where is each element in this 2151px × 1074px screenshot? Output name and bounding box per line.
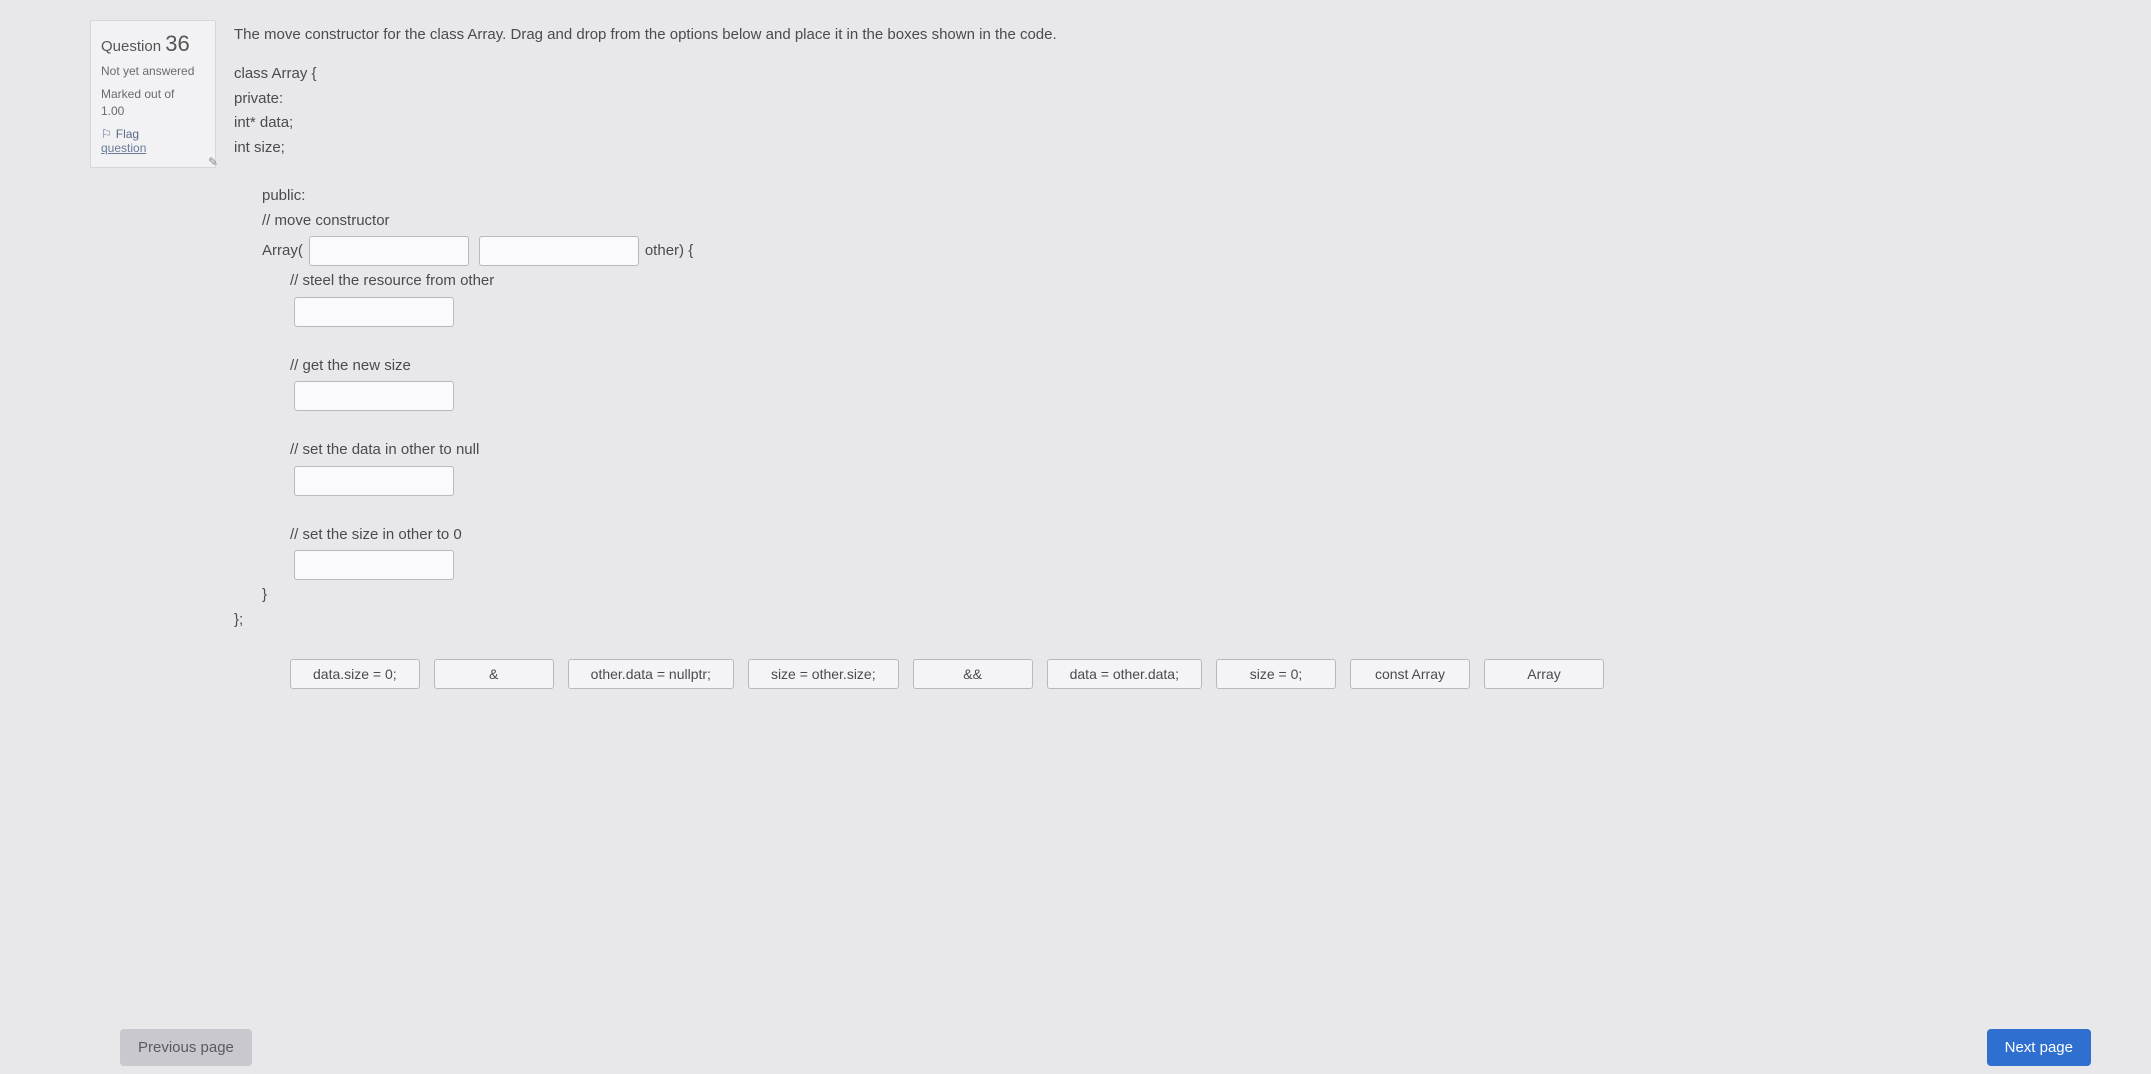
drag-chip[interactable]: Array [1484,659,1604,689]
dropzone-set-zero[interactable] [294,550,454,580]
dropzone-set-null[interactable] [294,466,454,496]
dropzone-steal-resource[interactable] [294,297,454,327]
marked-value: 1.00 [101,104,124,118]
dropzone-param-ref[interactable] [479,236,639,266]
question-prompt: The move constructor for the class Array… [234,26,2061,43]
edit-icon[interactable]: ✎ [208,155,222,169]
code-text: other) { [645,240,693,263]
code-comment: // set the data in other to null [234,439,2061,462]
drag-chip[interactable]: size = 0; [1216,659,1336,689]
drag-chip[interactable]: size = other.size; [748,659,899,689]
previous-page-button[interactable]: Previous page [120,1029,252,1066]
code-line: int size; [234,137,2061,160]
navigation-footer: Previous page Next page [0,1029,2151,1066]
marked-label: Marked out of [101,87,174,101]
code-line: } [234,584,2061,607]
flag-icon: ⚐ [101,127,112,141]
dropzone-param-type[interactable] [309,236,469,266]
answer-status: Not yet answered [101,63,205,80]
marked-out-of: Marked out of 1.00 [101,86,205,120]
drag-chip[interactable]: data = other.data; [1047,659,1202,689]
drag-chip[interactable]: const Array [1350,659,1470,689]
code-line-constructor: Array( other) { [234,234,2061,268]
drag-chip[interactable]: other.data = nullptr; [568,659,734,689]
drag-chip[interactable]: && [913,659,1033,689]
code-comment: // steel the resource from other [234,270,2061,293]
code-comment: // get the new size [234,355,2061,378]
code-comment: // set the size in other to 0 [234,524,2061,547]
next-page-button[interactable]: Next page [1987,1029,2091,1066]
code-block: class Array { private: int* data; int si… [234,63,2061,631]
question-content: The move constructor for the class Array… [234,20,2061,689]
code-comment: // move constructor [234,210,2061,233]
code-line: int* data; [234,112,2061,135]
code-line: public: [234,185,2061,208]
question-title: Question 36 [101,31,205,57]
dropzone-get-size[interactable] [294,381,454,411]
flag-question-link[interactable]: ⚐ Flag question [101,127,205,155]
code-text: Array( [262,240,303,263]
question-label: Question [101,38,161,55]
drag-chip[interactable]: data.size = 0; [290,659,420,689]
question-info-panel: Question 36 Not yet answered Marked out … [90,20,216,168]
code-line: private: [234,88,2061,111]
flag-sublabel: question [101,141,205,155]
code-line: class Array { [234,63,2061,86]
flag-label: Flag [116,127,139,141]
question-number: 36 [165,31,189,56]
drag-chip[interactable]: & [434,659,554,689]
drag-options-tray: data.size = 0; & other.data = nullptr; s… [290,659,1890,689]
code-line: }; [234,609,2061,632]
